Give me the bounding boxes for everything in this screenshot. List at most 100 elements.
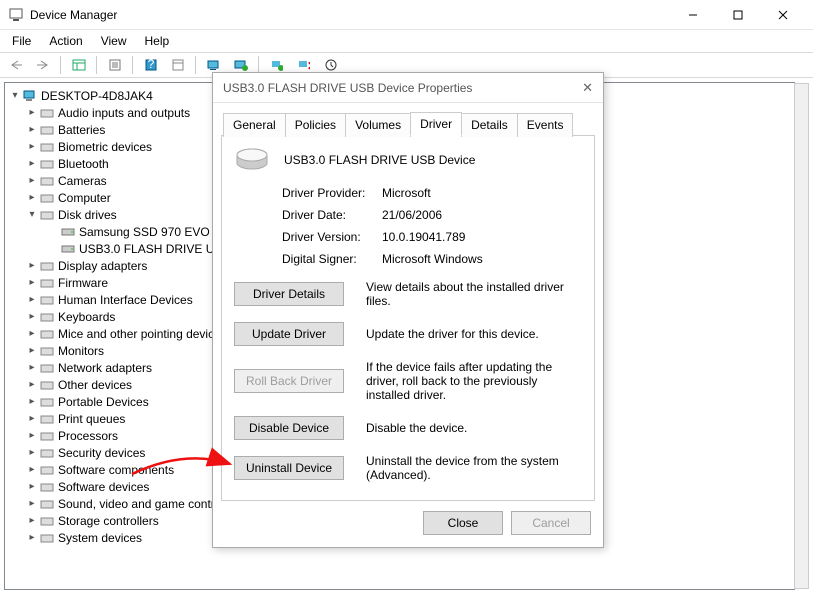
category-icon — [39, 360, 55, 376]
tree-item-label: Batteries — [58, 123, 105, 137]
date-value: 21/06/2006 — [382, 208, 442, 222]
rollback-driver-button: Roll Back Driver — [234, 369, 344, 393]
toolbar-show-hide-button[interactable] — [67, 54, 90, 76]
category-icon — [39, 445, 55, 461]
tree-item-label: Keyboards — [58, 310, 115, 324]
category-icon — [39, 156, 55, 172]
category-icon — [39, 190, 55, 206]
update-driver-button[interactable]: Update Driver — [234, 322, 344, 346]
dialog-device-name: USB3.0 FLASH DRIVE USB Device — [284, 153, 475, 167]
category-icon — [39, 275, 55, 291]
disable-device-button[interactable]: Disable Device — [234, 416, 344, 440]
tree-item-label: Other devices — [58, 378, 132, 392]
tree-item-label: Network adapters — [58, 361, 152, 375]
app-icon — [8, 7, 24, 23]
category-icon — [39, 258, 55, 274]
category-icon — [39, 513, 55, 529]
category-icon — [39, 377, 55, 393]
tree-item-label: Print queues — [58, 412, 125, 426]
forward-button[interactable] — [31, 54, 54, 76]
tree-item-label: Biometric devices — [58, 140, 152, 154]
dialog-close-footer-button[interactable]: Close — [423, 511, 503, 535]
drive-icon — [60, 241, 76, 257]
update-driver-desc: Update the driver for this device. — [366, 327, 582, 341]
tree-item-label: Mice and other pointing devices — [58, 327, 227, 341]
driver-details-button[interactable]: Driver Details — [234, 282, 344, 306]
category-icon — [39, 479, 55, 495]
tree-item-label: Computer — [58, 191, 111, 205]
category-icon — [39, 309, 55, 325]
tree-item-label: Bluetooth — [58, 157, 109, 171]
tab-policies[interactable]: Policies — [285, 113, 346, 137]
tree-item-label: Disk drives — [58, 208, 117, 222]
toolbar-help-button[interactable]: ? — [139, 54, 162, 76]
category-icon — [39, 326, 55, 342]
close-button[interactable] — [760, 0, 805, 29]
category-icon — [39, 139, 55, 155]
category-icon — [39, 530, 55, 546]
version-value: 10.0.19041.789 — [382, 230, 465, 244]
menu-help[interactable]: Help — [137, 32, 178, 50]
menu-file[interactable]: File — [4, 32, 39, 50]
provider-value: Microsoft — [382, 186, 431, 200]
category-icon — [39, 292, 55, 308]
titlebar: Device Manager — [0, 0, 813, 30]
dialog-titlebar: USB3.0 FLASH DRIVE USB Device Properties… — [213, 73, 603, 103]
tree-item-label: Monitors — [58, 344, 104, 358]
tab-driver[interactable]: Driver — [410, 112, 462, 136]
tree-item-label: Storage controllers — [58, 514, 159, 528]
tab-volumes[interactable]: Volumes — [345, 113, 411, 137]
version-label: Driver Version: — [282, 230, 382, 244]
tree-root-label: DESKTOP-4D8JAK4 — [41, 89, 153, 103]
category-icon — [39, 173, 55, 189]
back-button[interactable] — [4, 54, 27, 76]
tree-item-label: Software devices — [58, 480, 149, 494]
tree-item-label: System devices — [58, 531, 142, 545]
drive-icon — [236, 148, 268, 172]
date-label: Driver Date: — [282, 208, 382, 222]
uninstall-device-desc: Uninstall the device from the system (Ad… — [366, 454, 582, 482]
toolbar-detail-button[interactable] — [166, 54, 189, 76]
driver-details-desc: View details about the installed driver … — [366, 280, 582, 308]
toolbar-properties-button[interactable] — [103, 54, 126, 76]
category-icon — [39, 122, 55, 138]
dialog-title: USB3.0 FLASH DRIVE USB Device Properties — [223, 81, 472, 95]
category-icon — [39, 428, 55, 444]
category-icon — [39, 394, 55, 410]
svg-text:✕: ✕ — [307, 59, 310, 71]
category-icon — [39, 343, 55, 359]
menubar: File Action View Help — [0, 30, 813, 52]
driver-tab-panel: USB3.0 FLASH DRIVE USB Device Driver Pro… — [221, 135, 595, 501]
tree-item-label: Firmware — [58, 276, 108, 290]
provider-label: Driver Provider: — [282, 186, 382, 200]
computer-icon — [22, 88, 38, 104]
tree-item-label: Portable Devices — [58, 395, 149, 409]
category-icon — [39, 207, 55, 223]
tab-events[interactable]: Events — [517, 113, 574, 137]
tree-item-label: Processors — [58, 429, 118, 443]
tree-item-label: Software components — [58, 463, 174, 477]
tree-item-label: Audio inputs and outputs — [58, 106, 190, 120]
category-icon — [39, 462, 55, 478]
uninstall-device-button[interactable]: Uninstall Device — [234, 456, 344, 480]
signer-label: Digital Signer: — [282, 252, 382, 266]
tab-general[interactable]: General — [223, 113, 286, 137]
rollback-driver-desc: If the device fails after updating the d… — [366, 360, 582, 402]
category-icon — [39, 411, 55, 427]
dialog-cancel-button: Cancel — [511, 511, 591, 535]
menu-view[interactable]: View — [93, 32, 135, 50]
window-title: Device Manager — [30, 8, 670, 22]
drive-icon — [60, 224, 76, 240]
menu-action[interactable]: Action — [41, 32, 90, 50]
maximize-button[interactable] — [715, 0, 760, 29]
minimize-button[interactable] — [670, 0, 715, 29]
disable-device-desc: Disable the device. — [366, 421, 582, 435]
category-icon — [39, 496, 55, 512]
properties-dialog: USB3.0 FLASH DRIVE USB Device Properties… — [212, 72, 604, 548]
tab-details[interactable]: Details — [461, 113, 518, 137]
tree-item-label: Human Interface Devices — [58, 293, 193, 307]
dialog-close-button[interactable]: ✕ — [582, 80, 593, 96]
vertical-scrollbar[interactable] — [794, 83, 809, 589]
tree-item-label: Security devices — [58, 446, 145, 460]
category-icon — [39, 105, 55, 121]
